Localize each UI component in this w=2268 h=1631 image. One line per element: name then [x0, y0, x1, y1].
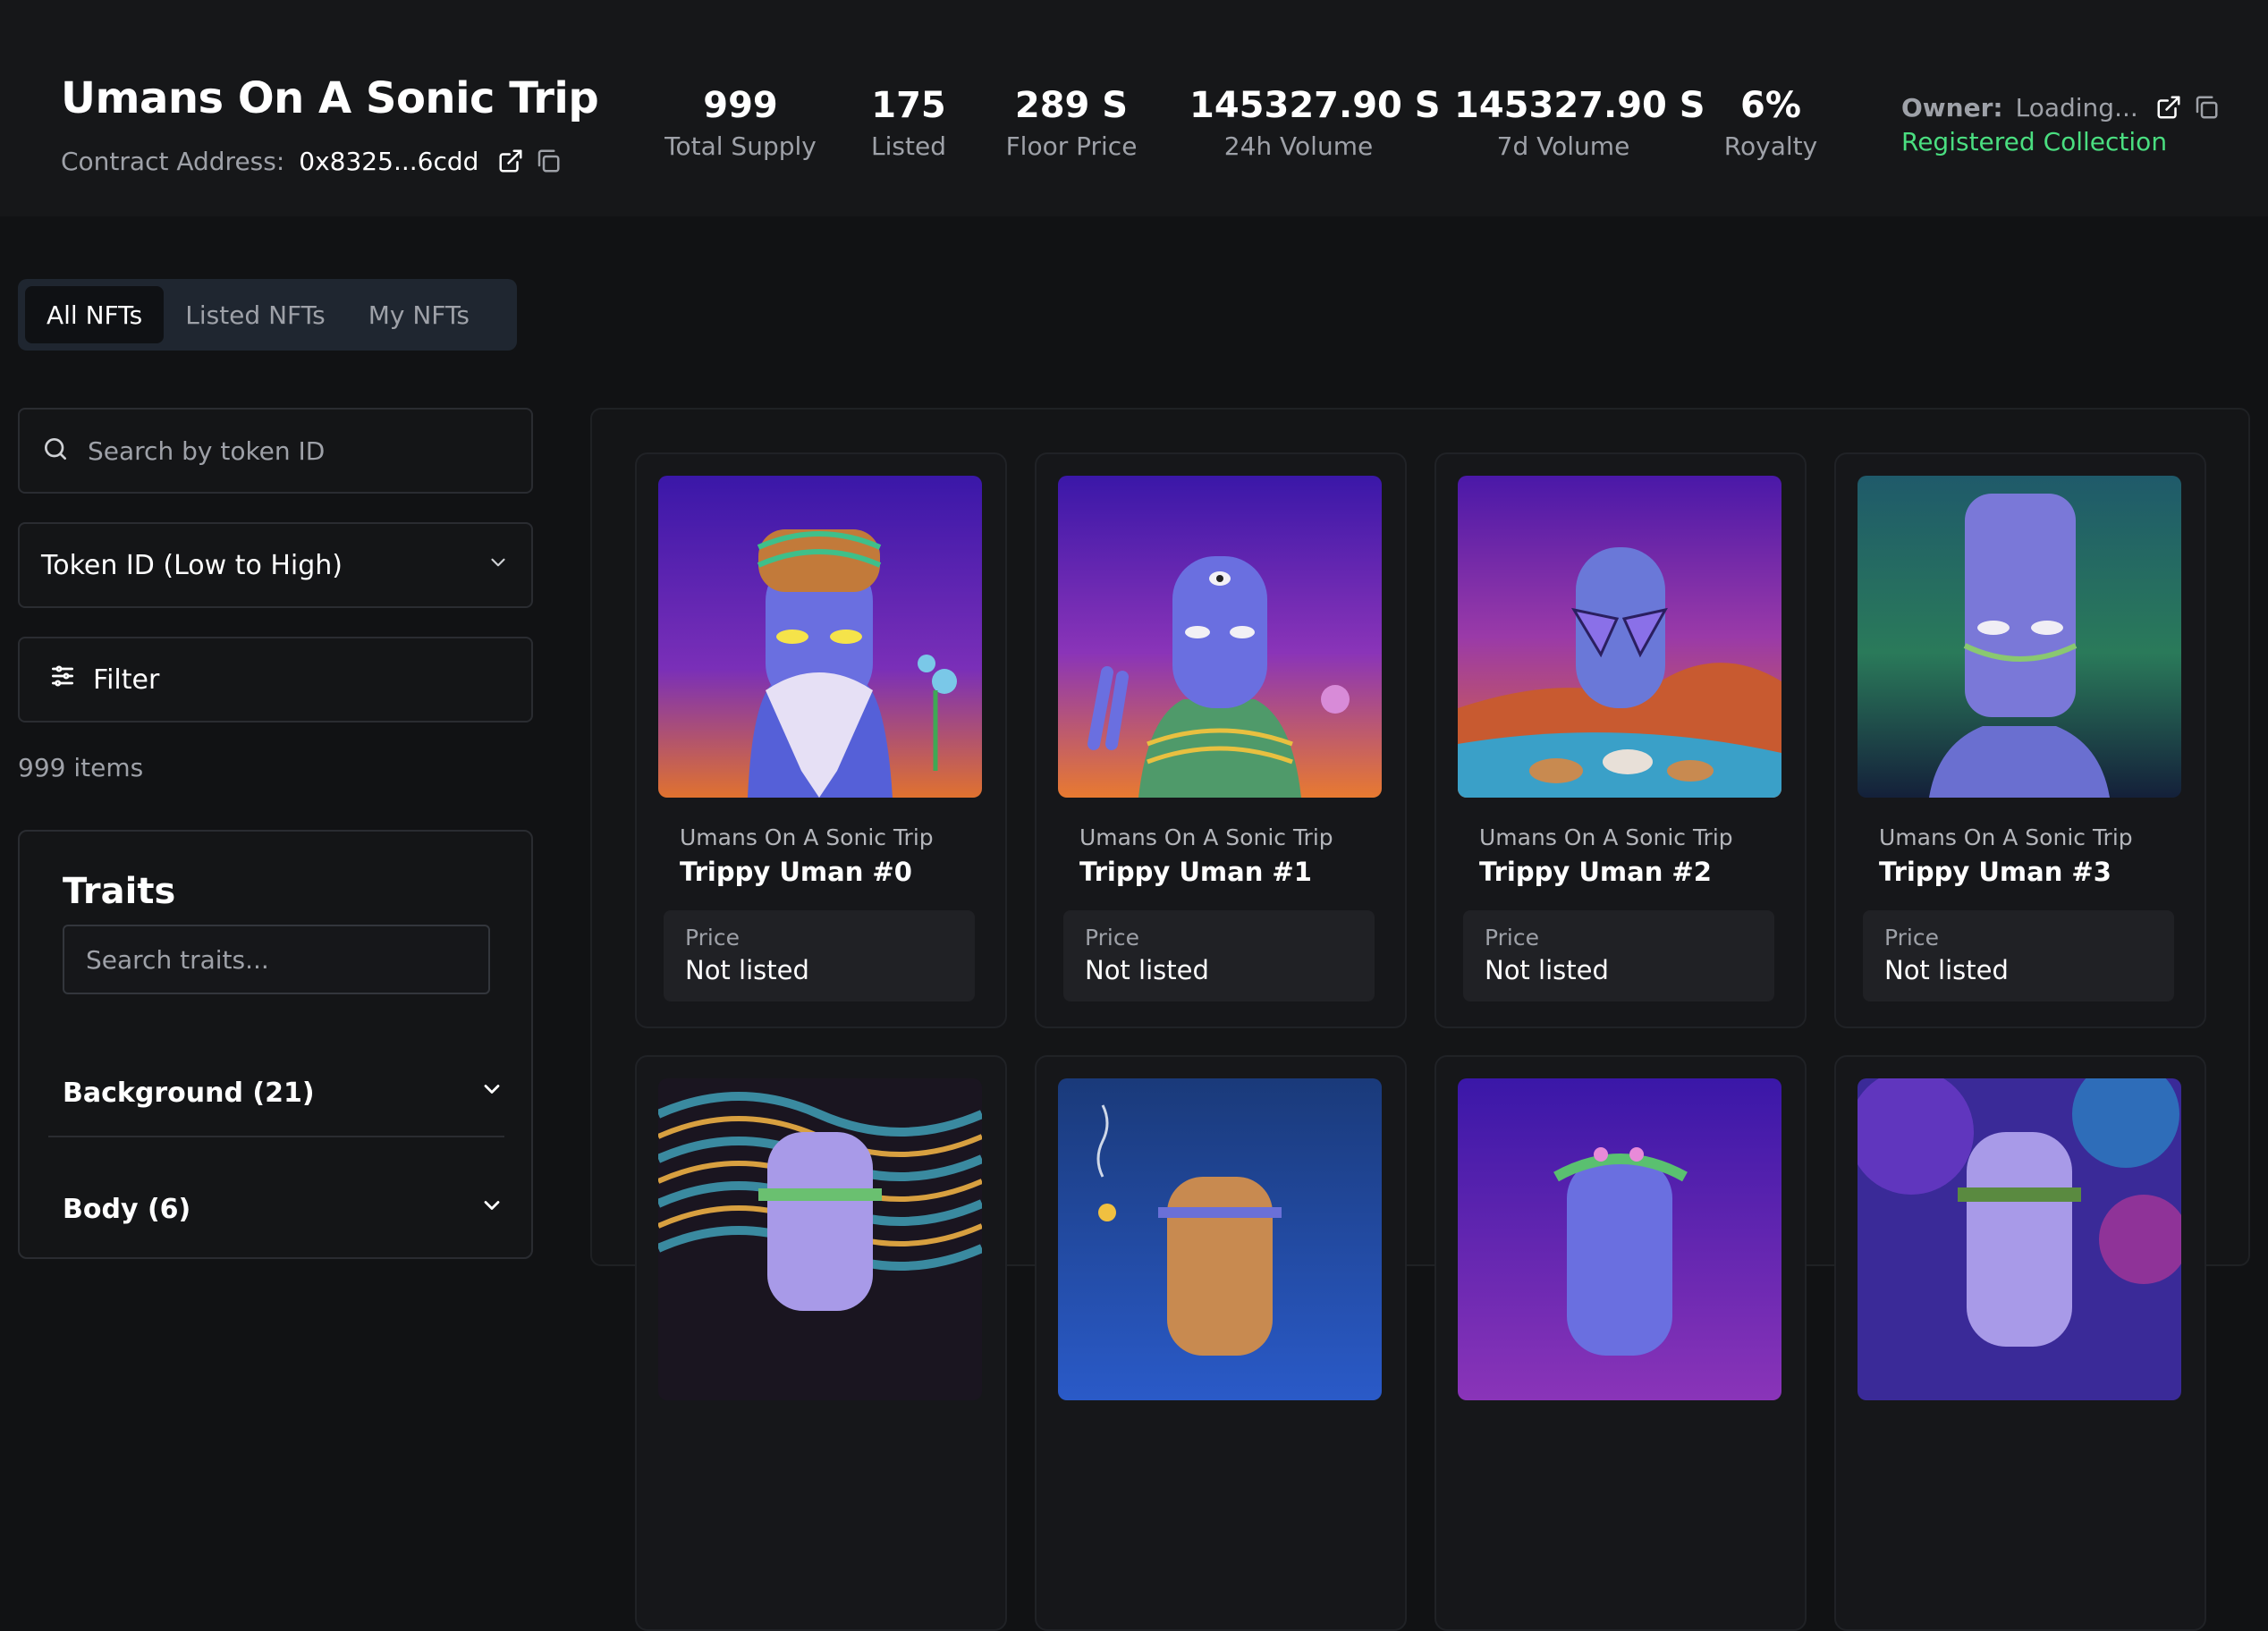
collection-title: Umans On A Sonic Trip — [61, 73, 599, 123]
price-label: Price — [1884, 925, 1939, 951]
price-value: Not listed — [1884, 955, 2009, 985]
nft-image — [1858, 476, 2181, 798]
owner-value: Loading... — [2015, 92, 2138, 123]
tab-my-nfts[interactable]: My NFTs — [347, 286, 491, 343]
nft-card[interactable]: Umans On A Sonic Trip Trippy Uman #0 Pri… — [635, 452, 1007, 1028]
nft-card[interactable] — [635, 1055, 1007, 1631]
stat-total-supply: 999 Total Supply — [662, 82, 819, 165]
card-token-name: Trippy Uman #3 — [1879, 857, 2111, 887]
stat-value: 289 S — [1014, 85, 1129, 126]
card-token-name: Trippy Uman #0 — [680, 857, 912, 887]
copy-icon[interactable] — [2190, 91, 2222, 123]
stat-listed: 175 Listed — [859, 82, 959, 165]
card-collection-name: Umans On A Sonic Trip — [1079, 824, 1333, 850]
price-label: Price — [1085, 925, 1139, 951]
search-input[interactable] — [88, 435, 531, 466]
stat-value: 175 — [871, 85, 946, 126]
external-link-icon[interactable] — [2153, 91, 2185, 123]
tab-all-nfts[interactable]: All NFTs — [25, 286, 165, 343]
stat-label: Total Supply — [664, 131, 817, 161]
nft-image — [1058, 476, 1382, 798]
sliders-icon — [48, 662, 77, 697]
price-value: Not listed — [1485, 955, 1609, 985]
tab-listed-nfts[interactable]: Listed NFTs — [164, 286, 346, 343]
item-count: 999 items — [18, 753, 144, 782]
nft-grid: Umans On A Sonic Trip Trippy Uman #0 Pri… — [590, 408, 2250, 1631]
owner-info: Owner: Loading... Registered Collection — [1901, 89, 2222, 156]
nft-image — [1858, 1078, 2181, 1400]
filter-label: Filter — [93, 663, 160, 696]
stat-label: Listed — [871, 131, 946, 161]
price-box: Price Not listed — [1863, 910, 2174, 1001]
filter-button[interactable]: Filter — [18, 637, 533, 723]
stat-value: 145327.90 S — [1189, 85, 1441, 126]
stat-floor-price: 289 S Floor Price — [1000, 82, 1143, 165]
nft-card[interactable] — [1834, 1055, 2206, 1631]
nft-image — [658, 476, 982, 798]
stat-7d-volume: 145327.90 S 7d Volume — [1454, 82, 1705, 165]
registered-collection-status: Registered Collection — [1901, 127, 2168, 156]
chevron-down-icon — [479, 1077, 504, 1109]
sort-select[interactable]: Token ID (Low to High) — [18, 522, 533, 608]
contract-address-label: Contract Address: — [61, 146, 285, 176]
price-value: Not listed — [1085, 955, 1209, 985]
chevron-down-icon — [479, 1193, 504, 1225]
price-label: Price — [685, 925, 740, 951]
card-token-name: Trippy Uman #1 — [1079, 857, 1312, 887]
nft-image — [1458, 476, 1781, 798]
trait-group-label: Body (6) — [63, 1193, 191, 1225]
stat-label: 7d Volume — [1496, 131, 1630, 161]
trait-group-background[interactable]: Background (21) — [63, 1066, 510, 1120]
collection-header: Umans On A Sonic Trip Contract Address: … — [0, 0, 2268, 216]
contract-address-row: Contract Address: 0x8325...6cdd — [61, 145, 564, 177]
search-icon — [41, 435, 70, 467]
stat-label: Floor Price — [1005, 131, 1138, 161]
price-box: Price Not listed — [1063, 910, 1375, 1001]
traits-title: Traits — [63, 871, 176, 912]
nft-card[interactable] — [1434, 1055, 1807, 1631]
stat-label: 24h Volume — [1223, 131, 1374, 161]
card-token-name: Trippy Uman #2 — [1479, 857, 1712, 887]
traits-panel: Traits Background (21) Body (6) — [18, 830, 533, 1259]
stat-value: 999 — [703, 85, 778, 126]
stat-label: Royalty — [1723, 131, 1818, 161]
price-box: Price Not listed — [664, 910, 975, 1001]
stat-royalty: 6% Royalty — [1717, 82, 1824, 165]
card-collection-name: Umans On A Sonic Trip — [680, 824, 934, 850]
chevron-down-icon — [487, 550, 510, 581]
stat-24h-volume: 145327.90 S 24h Volume — [1189, 82, 1441, 165]
nft-card[interactable] — [1035, 1055, 1407, 1631]
card-collection-name: Umans On A Sonic Trip — [1879, 824, 2133, 850]
copy-icon[interactable] — [532, 145, 564, 177]
card-collection-name: Umans On A Sonic Trip — [1479, 824, 1733, 850]
token-search — [18, 408, 533, 494]
contract-address-value[interactable]: 0x8325...6cdd — [299, 147, 478, 176]
nft-card[interactable]: Umans On A Sonic Trip Trippy Uman #1 Pri… — [1035, 452, 1407, 1028]
stat-value: 145327.90 S — [1454, 85, 1705, 126]
nft-card[interactable]: Umans On A Sonic Trip Trippy Uman #2 Pri… — [1434, 452, 1807, 1028]
price-box: Price Not listed — [1463, 910, 1774, 1001]
sort-select-value: Token ID (Low to High) — [41, 549, 343, 581]
price-label: Price — [1485, 925, 1539, 951]
nft-image — [1058, 1078, 1382, 1400]
divider — [48, 1136, 504, 1137]
nft-image — [1458, 1078, 1781, 1400]
owner-label: Owner: — [1901, 92, 2003, 123]
trait-group-label: Background (21) — [63, 1077, 315, 1109]
trait-group-body[interactable]: Body (6) — [63, 1182, 510, 1236]
stat-value: 6% — [1740, 85, 1801, 126]
price-value: Not listed — [685, 955, 809, 985]
traits-search-input[interactable] — [63, 925, 490, 994]
nft-card[interactable]: Umans On A Sonic Trip Trippy Uman #3 Pri… — [1834, 452, 2206, 1028]
external-link-icon[interactable] — [495, 145, 527, 177]
nft-tabs: All NFTs Listed NFTs My NFTs — [18, 279, 517, 351]
nft-image — [658, 1078, 982, 1400]
